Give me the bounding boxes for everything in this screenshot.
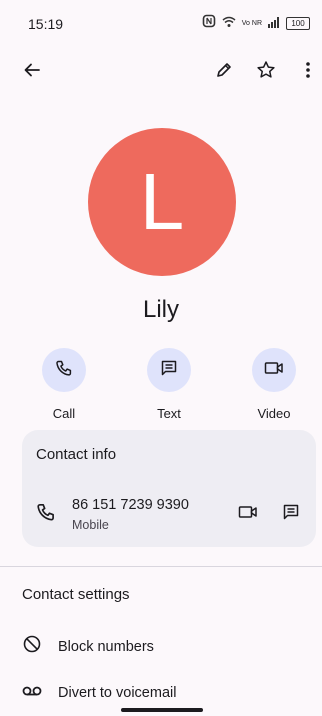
signal-icon: [268, 15, 280, 33]
phone-icon: [36, 502, 56, 527]
text-label: Text: [157, 406, 181, 421]
contact-info-card: Contact info 86 151 7239 9390 Mobile: [22, 430, 316, 547]
contact-avatar: L: [88, 128, 236, 276]
message-icon[interactable]: [277, 498, 305, 526]
contact-info-title: Contact info: [36, 446, 117, 463]
voicemail-icon: [22, 684, 42, 702]
video-label: Video: [257, 406, 291, 421]
video-button[interactable]: [252, 348, 296, 392]
divider: [0, 566, 322, 567]
divert-voicemail-label: Divert to voicemail: [58, 685, 177, 701]
call-button[interactable]: [42, 348, 86, 392]
phone-icon: [55, 359, 73, 382]
more-vert-icon[interactable]: [294, 56, 322, 84]
video-call-icon[interactable]: [234, 498, 262, 526]
home-indicator[interactable]: [121, 708, 203, 712]
text-button[interactable]: [147, 348, 191, 392]
status-icons: Vo NR 100: [202, 14, 310, 33]
call-label: Call: [52, 406, 76, 421]
call-action[interactable]: Call: [24, 348, 104, 421]
battery-icon: 100: [286, 17, 310, 30]
message-icon: [160, 359, 178, 382]
phone-number[interactable]: 86 151 7239 9390: [72, 497, 189, 513]
block-numbers-item[interactable]: Block numbers: [22, 634, 154, 659]
wifi-icon: [222, 15, 236, 33]
back-arrow-icon[interactable]: [18, 56, 46, 84]
phone-type: Mobile: [72, 518, 109, 532]
divert-voicemail-item[interactable]: Divert to voicemail: [22, 684, 176, 702]
videocam-icon: [264, 361, 284, 380]
network-label: Vo NR: [241, 20, 262, 27]
video-action[interactable]: Video: [234, 348, 314, 421]
block-numbers-label: Block numbers: [58, 638, 154, 655]
block-icon: [22, 634, 42, 659]
contact-settings-title: Contact settings: [22, 586, 130, 603]
nfc-icon: [202, 14, 216, 33]
star-outline-icon[interactable]: [252, 56, 280, 84]
contact-name: Lily: [142, 296, 179, 323]
status-time: 15:19: [28, 16, 64, 32]
edit-pencil-icon[interactable]: [210, 56, 238, 84]
text-action[interactable]: Text: [129, 348, 209, 421]
